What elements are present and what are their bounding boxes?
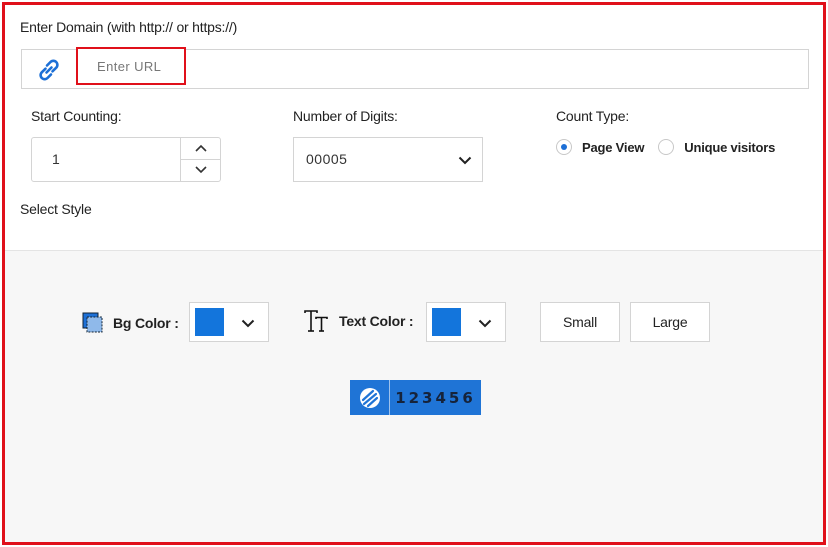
start-counting-stepper[interactable]: 1 [31,137,221,182]
chevron-down-icon [241,319,255,328]
page-view-label[interactable]: Page View [582,140,644,155]
counter-digits: 123456 [390,380,481,415]
chevron-up-icon [194,145,207,152]
count-type-options: Page View Unique visitors [556,138,775,156]
chevron-down-icon [194,166,207,174]
unique-visitors-label[interactable]: Unique visitors [684,140,775,155]
counter-widget-panel: Enter Domain (with http:// or https://) … [2,2,826,545]
counter-preview: 123456 [350,380,481,415]
text-color-select[interactable] [426,302,506,342]
number-of-digits-value: 00005 [306,151,348,167]
number-of-digits-label: Number of Digits: [293,108,398,124]
url-input[interactable] [76,47,186,85]
number-of-digits-select[interactable]: 00005 [293,137,483,182]
small-size-button[interactable]: Small [540,302,620,342]
stepper-controls [180,138,220,181]
increment-button[interactable] [181,138,220,160]
url-field-row [21,47,809,89]
chevron-down-icon [458,156,472,165]
start-counting-label: Start Counting: [31,108,122,124]
bg-color-label: Bg Color : [113,315,179,331]
text-size-icon [303,309,329,333]
large-size-button[interactable]: Large [630,302,710,342]
bg-color-swatch [195,308,224,336]
decrement-button[interactable] [181,160,220,182]
count-type-label: Count Type: [556,108,630,124]
settings-section [5,5,823,250]
text-color-control: Text Color : [303,309,414,333]
page-view-radio[interactable] [556,139,572,155]
bg-color-control: Bg Color : [81,311,179,335]
unique-visitors-radio[interactable] [658,139,675,155]
text-color-label: Text Color : [339,313,414,329]
bg-color-select[interactable] [189,302,269,342]
select-style-label: Select Style [20,201,92,217]
chevron-down-icon [478,319,492,328]
counter-logo-icon [350,380,390,415]
start-counting-value[interactable]: 1 [52,151,60,167]
link-icon [36,57,62,83]
text-color-swatch [432,308,461,336]
bg-color-icon [81,311,105,335]
domain-label: Enter Domain (with http:// or https://) [20,19,238,35]
